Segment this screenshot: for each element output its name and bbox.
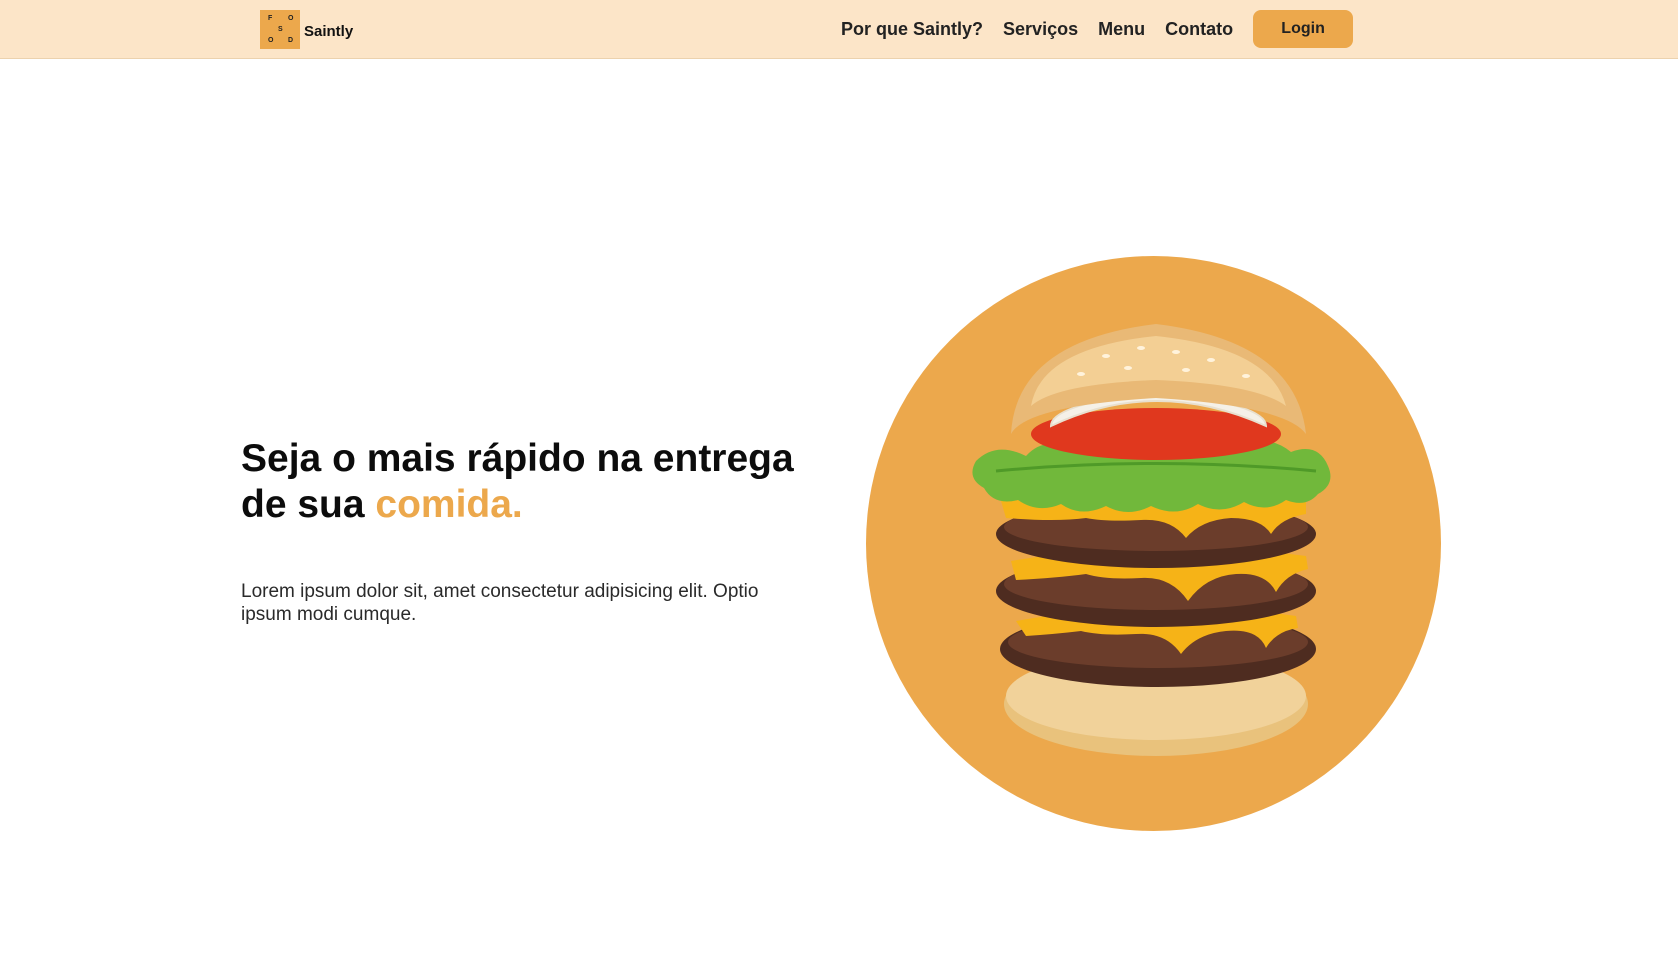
logo-letter: O xyxy=(268,37,274,44)
hero-image-circle xyxy=(866,256,1441,831)
logo-letter: S xyxy=(278,26,283,33)
login-button[interactable]: Login xyxy=(1253,10,1354,48)
burger-image xyxy=(972,324,1331,756)
brand-name: Saintly xyxy=(304,23,354,40)
hero-title: Seja o mais rápido na entrega de sua com… xyxy=(241,436,841,528)
nav-link-why[interactable]: Por que Saintly? xyxy=(841,19,983,40)
nav-link-contact[interactable]: Contato xyxy=(1165,19,1233,40)
brand-logo[interactable]: F O S O D Saintly xyxy=(260,10,353,49)
logo-letter: F xyxy=(268,15,273,22)
hero-description: Lorem ipsum dolor sit, amet consectetur … xyxy=(241,581,759,625)
logo-letter: D xyxy=(288,37,294,44)
navbar: F O S O D Saintly Por que Saintly? Servi… xyxy=(0,0,1678,59)
logo-letter: O xyxy=(288,15,294,22)
hero-title-accent: comida. xyxy=(375,483,523,526)
nav-link-services[interactable]: Serviços xyxy=(1003,19,1078,40)
logo-icon: F O S O D xyxy=(260,10,300,49)
nav-link-menu[interactable]: Menu xyxy=(1098,19,1145,40)
nav-menu: Por que Saintly? Serviços Menu Contato L… xyxy=(841,10,1354,48)
